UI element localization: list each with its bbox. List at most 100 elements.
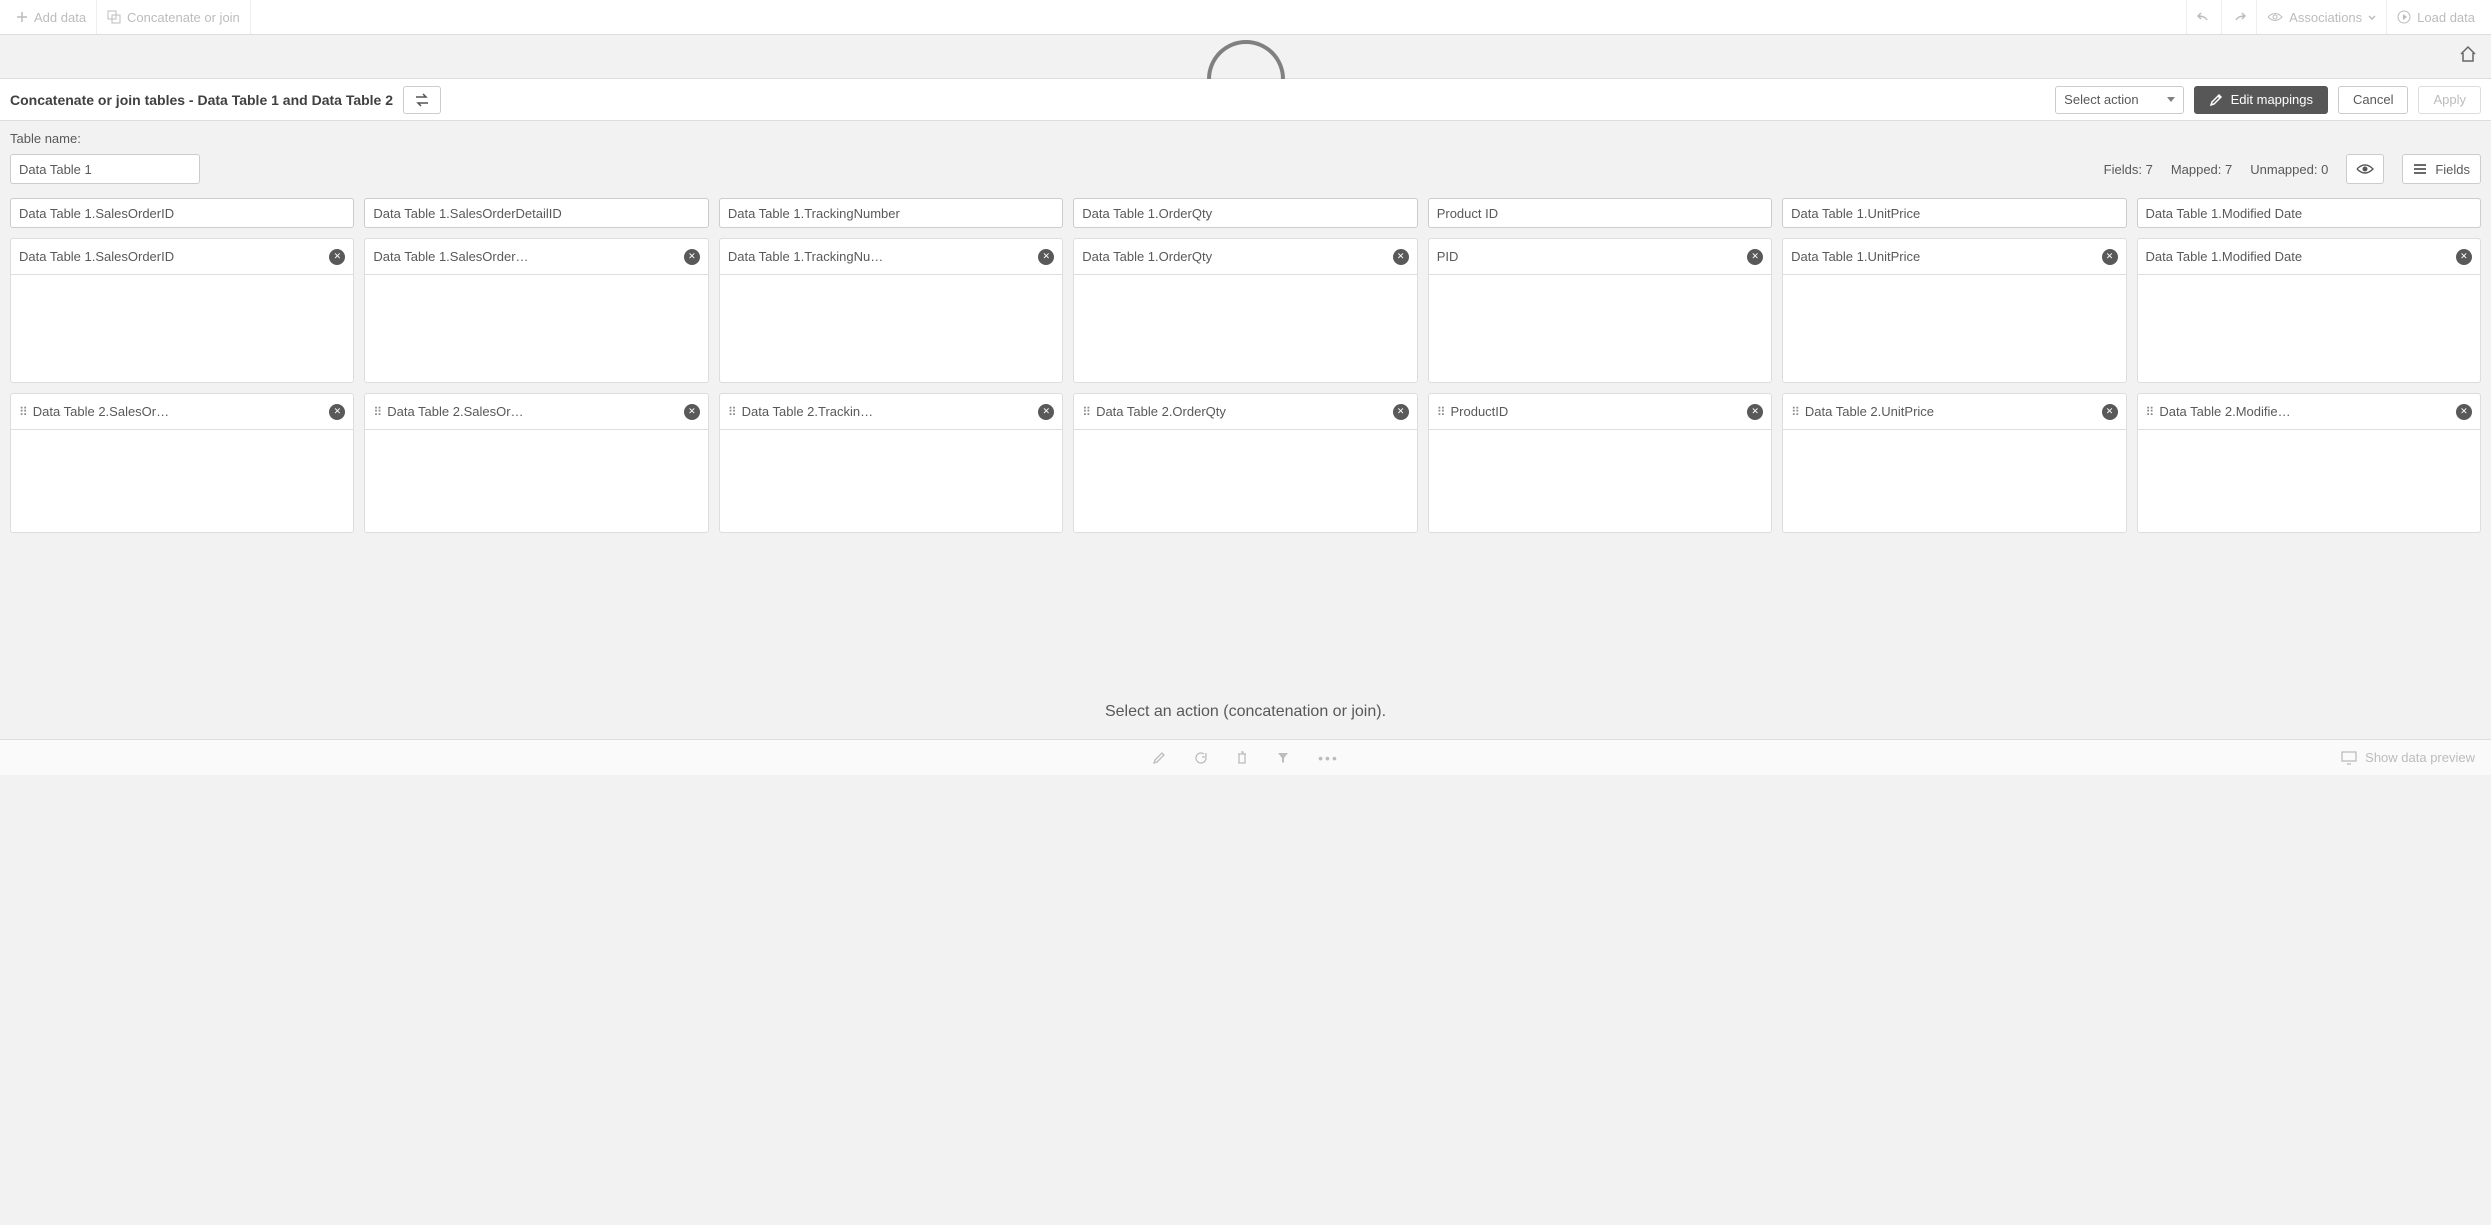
column-header[interactable]: Data Table 1.UnitPrice — [1782, 198, 2126, 228]
concat-join-button[interactable]: Concatenate or join — [97, 0, 251, 34]
remove-mapping-icon[interactable] — [1393, 249, 1409, 265]
remove-mapping-icon[interactable] — [2102, 404, 2118, 420]
load-data-button[interactable]: Load data — [2386, 0, 2485, 34]
pencil-icon[interactable] — [1152, 751, 1166, 765]
remove-mapping-icon[interactable] — [684, 249, 700, 265]
edit-mappings-button[interactable]: Edit mappings — [2194, 86, 2328, 114]
refresh-icon[interactable] — [1194, 751, 1208, 765]
remove-mapping-icon[interactable] — [1038, 249, 1054, 265]
stats-mapped: Mapped: 7 — [2171, 162, 2232, 177]
mapping-label: ProductID — [1450, 404, 1741, 419]
mapping-box-target[interactable]: ⠿ ProductID — [1428, 393, 1772, 533]
column-header[interactable]: Data Table 1.SalesOrderID — [10, 198, 354, 228]
remove-mapping-icon[interactable] — [1393, 404, 1409, 420]
swap-icon — [414, 93, 430, 107]
list-icon — [2413, 163, 2427, 175]
mapping-label: Data Table 1.OrderQty — [1082, 249, 1386, 264]
redo-icon — [2232, 10, 2246, 24]
show-preview-label: Show data preview — [2365, 750, 2475, 765]
remove-mapping-icon[interactable] — [684, 404, 700, 420]
mapping-label: Data Table 1.TrackingNu… — [728, 249, 1032, 264]
remove-mapping-icon[interactable] — [1747, 249, 1763, 265]
mapping-box-source[interactable]: PID — [1428, 238, 1772, 383]
mapping-label: Data Table 1.UnitPrice — [1791, 249, 2095, 264]
mapping-label: Data Table 1.SalesOrder… — [373, 249, 677, 264]
eye-icon — [2267, 12, 2283, 22]
mapping-column: Product ID PID ⠿ ProductID — [1428, 198, 1772, 533]
mapping-box-target[interactable]: ⠿ Data Table 2.Modifie… — [2137, 393, 2481, 533]
mapping-label: Data Table 1.SalesOrderID — [19, 249, 323, 264]
grip-icon[interactable]: ⠿ — [1082, 405, 1090, 419]
remove-mapping-icon[interactable] — [2456, 249, 2472, 265]
fields-button-label: Fields — [2435, 162, 2470, 177]
mapping-box-source[interactable]: Data Table 1.OrderQty — [1073, 238, 1417, 383]
mapping-box-target[interactable]: ⠿ Data Table 2.SalesOr… — [364, 393, 708, 533]
nav-band — [0, 35, 2491, 79]
grip-icon[interactable]: ⠿ — [1437, 405, 1445, 419]
column-header[interactable]: Data Table 1.Modified Date — [2137, 198, 2481, 228]
mapping-label: Data Table 2.UnitPrice — [1805, 404, 2096, 419]
footer-message: Select an action (concatenation or join)… — [10, 533, 2481, 739]
mapping-column: Data Table 1.OrderQty Data Table 1.Order… — [1073, 198, 1417, 533]
eye-icon — [2356, 163, 2374, 175]
column-header[interactable]: Data Table 1.SalesOrderDetailID — [364, 198, 708, 228]
preview-toggle-button[interactable] — [2346, 154, 2384, 184]
show-preview-button[interactable]: Show data preview — [2341, 750, 2475, 765]
mapping-label: Data Table 2.Modifie… — [2159, 404, 2450, 419]
mapping-column: Data Table 1.SalesOrderID Data Table 1.S… — [10, 198, 354, 533]
home-button[interactable] — [2459, 45, 2477, 63]
cancel-label: Cancel — [2353, 92, 2393, 107]
remove-mapping-icon[interactable] — [329, 249, 345, 265]
redo-button[interactable] — [2221, 0, 2256, 34]
grip-icon[interactable]: ⠿ — [2146, 405, 2154, 419]
grip-icon[interactable]: ⠿ — [1791, 405, 1799, 419]
undo-icon — [2197, 10, 2211, 24]
mapping-label: Data Table 2.Trackin… — [742, 404, 1033, 419]
grip-icon[interactable]: ⠿ — [728, 405, 736, 419]
filter-icon[interactable] — [1276, 751, 1290, 765]
more-icon[interactable]: ••• — [1318, 750, 1339, 766]
table-name-input[interactable] — [10, 154, 200, 184]
mapping-box-target[interactable]: ⠿ Data Table 2.SalesOr… — [10, 393, 354, 533]
cancel-button[interactable]: Cancel — [2338, 86, 2408, 114]
top-toolbar: Add data Concatenate or join Association… — [0, 0, 2491, 35]
undo-button[interactable] — [2186, 0, 2221, 34]
mapping-box-target[interactable]: ⠿ Data Table 2.Trackin… — [719, 393, 1063, 533]
mapping-box-source[interactable]: Data Table 1.SalesOrder… — [364, 238, 708, 383]
column-header[interactable]: Product ID — [1428, 198, 1772, 228]
apply-label: Apply — [2433, 92, 2466, 107]
grip-icon[interactable]: ⠿ — [373, 405, 381, 419]
associations-button[interactable]: Associations — [2256, 0, 2386, 34]
mapping-label: Data Table 2.SalesOr… — [33, 404, 324, 419]
remove-mapping-icon[interactable] — [2102, 249, 2118, 265]
fields-button[interactable]: Fields — [2402, 154, 2481, 184]
remove-mapping-icon[interactable] — [1747, 404, 1763, 420]
mapping-label: Data Table 1.Modified Date — [2146, 249, 2450, 264]
mapping-box-source[interactable]: Data Table 1.SalesOrderID — [10, 238, 354, 383]
column-header[interactable]: Data Table 1.TrackingNumber — [719, 198, 1063, 228]
mapping-box-source[interactable]: Data Table 1.Modified Date — [2137, 238, 2481, 383]
concat-join-label: Concatenate or join — [127, 10, 240, 25]
remove-mapping-icon[interactable] — [329, 404, 345, 420]
edit-mappings-label: Edit mappings — [2231, 92, 2313, 107]
mapping-box-target[interactable]: ⠿ Data Table 2.UnitPrice — [1782, 393, 2126, 533]
mapping-label: Data Table 2.OrderQty — [1096, 404, 1387, 419]
trash-icon[interactable] — [1236, 751, 1248, 765]
column-header[interactable]: Data Table 1.OrderQty — [1073, 198, 1417, 228]
mapping-box-source[interactable]: Data Table 1.UnitPrice — [1782, 238, 2126, 383]
add-data-button[interactable]: Add data — [6, 0, 97, 34]
apply-button: Apply — [2418, 86, 2481, 114]
mapping-box-target[interactable]: ⠿ Data Table 2.OrderQty — [1073, 393, 1417, 533]
swap-button[interactable] — [403, 86, 441, 114]
chevron-down-icon — [2368, 15, 2376, 20]
remove-mapping-icon[interactable] — [1038, 404, 1054, 420]
mapping-label: PID — [1437, 249, 1741, 264]
tables-icon — [107, 10, 121, 24]
select-action-dropdown[interactable]: Select action — [2055, 86, 2183, 114]
stats-fields: Fields: 7 — [2104, 162, 2153, 177]
sub-header: Concatenate or join tables - Data Table … — [0, 79, 2491, 121]
arc-handle-icon[interactable] — [1207, 40, 1285, 79]
remove-mapping-icon[interactable] — [2456, 404, 2472, 420]
grip-icon[interactable]: ⠿ — [19, 405, 27, 419]
mapping-box-source[interactable]: Data Table 1.TrackingNu… — [719, 238, 1063, 383]
